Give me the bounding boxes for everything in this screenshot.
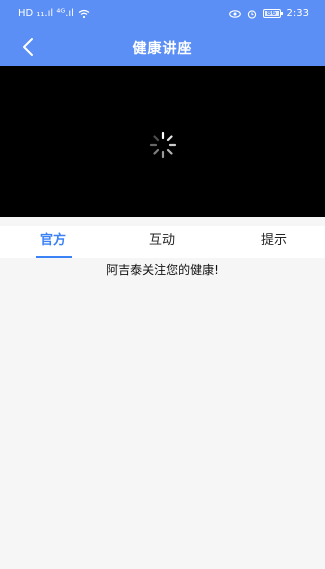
battery-icon: 86 — [262, 9, 283, 18]
video-player[interactable] — [0, 66, 325, 217]
app-screen: HD ₁₁.ıl ⁴ᴳ.ıl 86 2:33 健康讲座 官方 互动 提示 阿吉泰… — [0, 0, 325, 569]
tab-label: 互动 — [148, 233, 175, 248]
battery-level: 86 — [266, 9, 277, 17]
status-left: HD ₁₁.ıl ⁴ᴳ.ıl — [18, 8, 90, 19]
signal-icons: HD ₁₁.ıl ⁴ᴳ.ıl — [18, 8, 74, 19]
tab-official[interactable]: 官方 — [0, 226, 108, 258]
notice-text: 阿吉泰关注您的健康! — [106, 263, 219, 277]
loading-spinner-icon — [149, 131, 177, 159]
tab-tips[interactable]: 提示 — [216, 226, 325, 258]
tab-interaction[interactable]: 互动 — [108, 226, 216, 258]
header: HD ₁₁.ıl ⁴ᴳ.ıl 86 2:33 健康讲座 — [0, 0, 325, 66]
tab-label: 官方 — [40, 233, 67, 248]
eye-icon — [228, 9, 241, 18]
tab-bar: 官方 互动 提示 — [0, 226, 325, 258]
page-title: 健康讲座 — [132, 41, 193, 57]
title-bar: 健康讲座 — [0, 28, 325, 66]
status-bar: HD ₁₁.ıl ⁴ᴳ.ıl 86 2:33 — [0, 0, 325, 28]
tab-content: 阿吉泰关注您的健康! — [0, 258, 325, 569]
tab-label: 提示 — [260, 233, 287, 248]
alarm-icon — [247, 9, 256, 19]
status-time: 2:33 — [286, 8, 309, 19]
status-right: 86 2:33 — [228, 8, 309, 19]
wifi-icon — [78, 9, 90, 18]
